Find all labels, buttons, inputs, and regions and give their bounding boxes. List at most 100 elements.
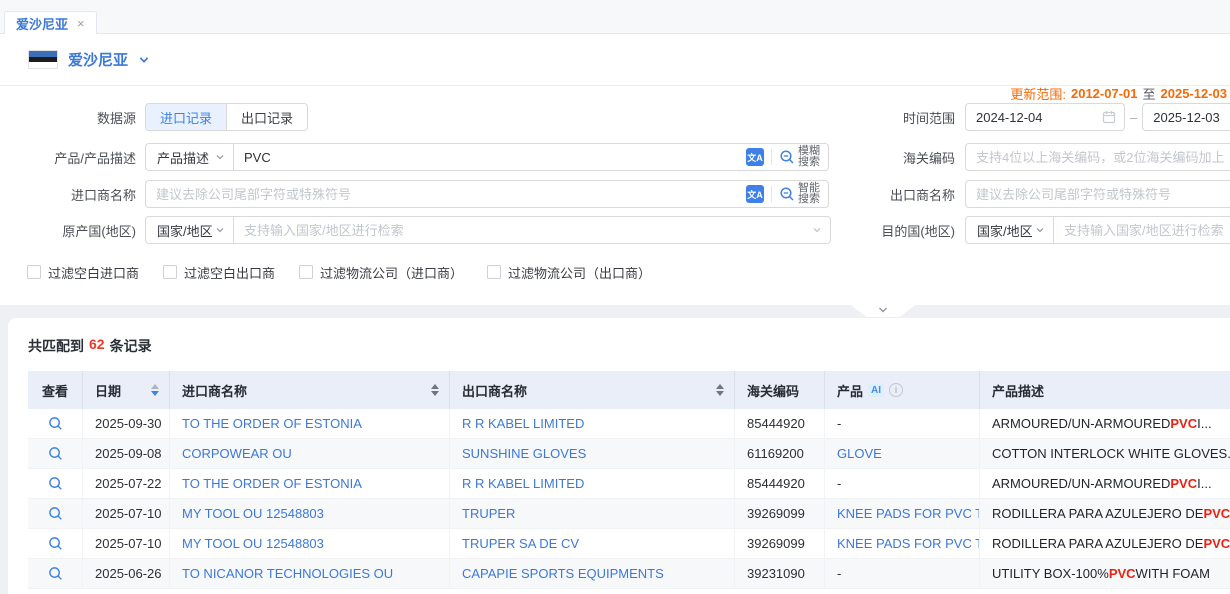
magnifier-icon <box>48 446 63 461</box>
exporter-sort-button[interactable] <box>716 384 724 396</box>
desc-cell: RODILLERA PARA AZULEJERO DE PVC <box>980 499 1230 528</box>
destination-country-input[interactable] <box>1054 223 1230 238</box>
magnifier-icon <box>48 536 63 551</box>
exporter-link[interactable]: TRUPER <box>462 506 515 521</box>
magnifier-icon <box>48 416 63 431</box>
exporter-link[interactable]: TRUPER SA DE CV <box>462 536 579 551</box>
table-row: 2025-06-26 TO NICANOR TECHNOLOGIES OU CA… <box>28 559 1230 589</box>
table-row: 2025-09-30 TO THE ORDER OF ESTONIA R R K… <box>28 409 1230 439</box>
exporter-link[interactable]: CAPAPIE SPORTS EQUIPMENTS <box>462 566 664 581</box>
exporter-input[interactable] <box>966 187 1230 202</box>
origin-country-input[interactable] <box>234 223 804 238</box>
time-range-label: 时间范围 <box>830 108 965 127</box>
product-input[interactable] <box>234 150 738 165</box>
importer-input[interactable] <box>146 187 738 202</box>
time-from-input[interactable] <box>966 110 1094 125</box>
export-records-option[interactable]: 出口记录 <box>226 104 307 130</box>
filter-blank-exporter-checkbox[interactable]: 过滤空白出口商 <box>163 263 275 282</box>
importer-link[interactable]: MY TOOL OU 12548803 <box>182 536 324 551</box>
records-table: 查看 日期 进口商名称 出口商名称 海关编码 产品 <box>28 371 1230 589</box>
importer-sort-button[interactable] <box>431 384 439 396</box>
importer-link[interactable]: CORPOWEAR OU <box>182 446 292 461</box>
chevron-down-icon <box>215 225 225 235</box>
exporter-link[interactable]: R R KABEL LIMITED <box>462 476 584 491</box>
translate-icon[interactable]: 文A <box>746 148 764 166</box>
date-cell: 2025-07-10 <box>83 529 170 558</box>
info-icon[interactable]: i <box>889 383 903 397</box>
exporter-field <box>965 180 1230 208</box>
exporter-link[interactable]: SUNSHINE GLOVES <box>462 446 586 461</box>
magnifier-icon <box>48 506 63 521</box>
origin-suffix <box>804 225 830 235</box>
column-importer: 进口商名称 <box>170 371 450 409</box>
view-record-button[interactable] <box>28 499 83 528</box>
chevron-down-icon[interactable] <box>138 54 150 66</box>
smart-search-button[interactable]: 智能搜索 <box>779 183 820 205</box>
date-cell: 2025-06-26 <box>83 559 170 588</box>
table-row: 2025-07-22 TO THE ORDER OF ESTONIA R R K… <box>28 469 1230 499</box>
view-record-button[interactable] <box>28 439 83 468</box>
importer-link[interactable]: MY TOOL OU 12548803 <box>182 506 324 521</box>
origin-country-label: 原产国(地区) <box>0 221 145 240</box>
hs-code-input[interactable] <box>966 150 1230 165</box>
title-bar: 爱沙尼亚 <box>0 34 1230 86</box>
product-label: 产品/产品描述 <box>0 148 145 167</box>
fuzzy-search-button[interactable]: 模糊搜索 <box>779 146 820 168</box>
product-cell[interactable]: KNEE PADS FOR PVC T... <box>825 499 980 528</box>
results-count: 62 <box>89 336 105 356</box>
importer-link[interactable]: TO THE ORDER OF ESTONIA <box>182 416 362 431</box>
table-row: 2025-07-10 MY TOOL OU 12548803 TRUPER SA… <box>28 529 1230 559</box>
update-range: 更新范围: 2012-07-01 至 2025-12-03 <box>1010 86 1227 101</box>
chevron-down-icon[interactable] <box>812 225 822 235</box>
date-sort-button[interactable] <box>151 384 159 396</box>
translate-icon[interactable]: 文A <box>746 185 764 203</box>
origin-field-group: 国家/地区 <box>145 216 831 244</box>
ai-badge: AI <box>868 384 884 397</box>
country-title[interactable]: 爱沙尼亚 <box>68 49 128 70</box>
desc-cell: ARMOURED/UN-ARMOURED PVC I... <box>980 469 1230 498</box>
filter-checkbox-row: 过滤空白进口商 过滤空白出口商 过滤物流公司（进口商） 过滤物流公司（出口商） <box>27 263 651 281</box>
product-cell[interactable]: GLOVE <box>825 439 980 468</box>
chevron-down-icon <box>1035 225 1045 235</box>
update-range-to: 2025-12-03 <box>1161 86 1228 101</box>
exporter-label: 出口商名称 <box>830 185 965 204</box>
filter-form: 更新范围: 2012-07-01 至 2025-12-03 数据源 进口记录 出… <box>0 86 1230 305</box>
search-icon <box>779 149 795 165</box>
tab-bar: 爱沙尼亚 × <box>0 0 1230 34</box>
destination-country-select[interactable]: 国家/地区 <box>966 217 1054 243</box>
tab-close-icon[interactable]: × <box>77 17 85 30</box>
view-record-button[interactable] <box>28 409 83 438</box>
importer-link[interactable]: TO NICANOR TECHNOLOGIES OU <box>182 566 393 581</box>
date-cell: 2025-09-08 <box>83 439 170 468</box>
import-records-option[interactable]: 进口记录 <box>146 104 226 130</box>
collapse-panel-handle[interactable] <box>851 305 915 317</box>
checkbox-icon <box>163 265 177 279</box>
time-to-input[interactable] <box>1143 110 1230 125</box>
table-body: 2025-09-30 TO THE ORDER OF ESTONIA R R K… <box>28 409 1230 589</box>
product-cell: - <box>825 469 980 498</box>
product-cell[interactable]: KNEE PADS FOR PVC T... <box>825 529 980 558</box>
search-icon <box>779 186 795 202</box>
tab-estonia[interactable]: 爱沙尼亚 × <box>4 11 97 34</box>
view-record-button[interactable] <box>28 559 83 588</box>
product-type-select[interactable]: 产品描述 <box>146 144 234 170</box>
view-record-button[interactable] <box>28 469 83 498</box>
calendar-icon[interactable] <box>1094 110 1124 124</box>
table-header: 查看 日期 进口商名称 出口商名称 海关编码 产品 <box>28 371 1230 409</box>
origin-select-value: 国家/地区 <box>157 221 213 240</box>
view-record-button[interactable] <box>28 529 83 558</box>
desc-cell: UTILITY BOX-100% PVC WITH FOAM <box>980 559 1230 588</box>
origin-country-select[interactable]: 国家/地区 <box>146 217 234 243</box>
estonia-flag-icon <box>28 50 58 69</box>
importer-label: 进口商名称 <box>0 185 145 204</box>
product-cell: - <box>825 559 980 588</box>
datasource-segmented: 进口记录 出口记录 <box>145 103 308 131</box>
product-suffix: 文A 模糊搜索 <box>738 146 828 168</box>
filter-blank-importer-checkbox[interactable]: 过滤空白进口商 <box>27 263 139 282</box>
time-to-field <box>1142 103 1230 131</box>
exporter-link[interactable]: R R KABEL LIMITED <box>462 416 584 431</box>
filter-logistics-importer-checkbox[interactable]: 过滤物流公司（进口商） <box>299 263 463 282</box>
hs-code-cell: 39269099 <box>735 529 825 558</box>
filter-logistics-exporter-checkbox[interactable]: 过滤物流公司（出口商） <box>487 263 651 282</box>
importer-link[interactable]: TO THE ORDER OF ESTONIA <box>182 476 362 491</box>
